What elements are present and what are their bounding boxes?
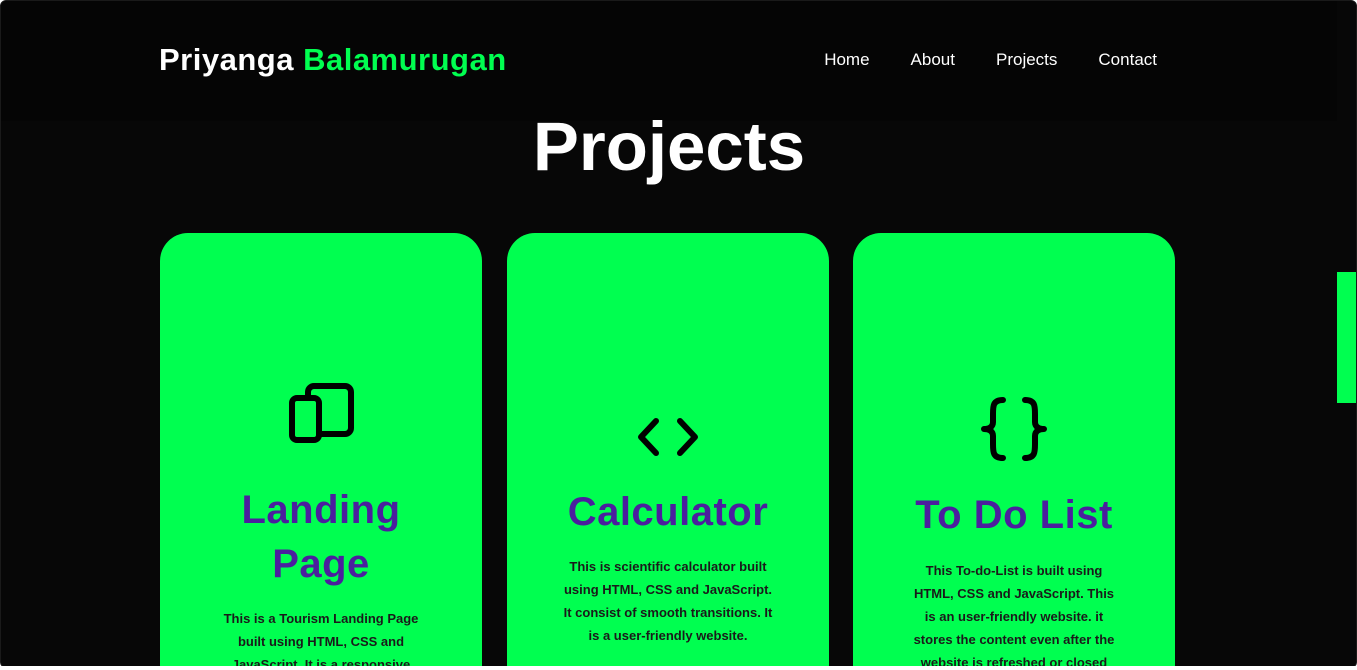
project-description: This is a Tourism Landing Page built usi… bbox=[223, 607, 419, 667]
project-title: Calculator bbox=[568, 485, 769, 539]
project-title-line: Landing bbox=[241, 488, 401, 532]
devices-icon bbox=[289, 383, 354, 443]
project-description: This is scientific calculator built usin… bbox=[564, 555, 773, 647]
nav-link-projects[interactable]: Projects bbox=[996, 50, 1057, 70]
project-title-line: To Do List bbox=[915, 493, 1113, 537]
nav-menu: Home About Projects Contact bbox=[824, 50, 1157, 70]
description-line: This is scientific calculator built bbox=[569, 559, 767, 574]
project-title: To Do List bbox=[915, 488, 1113, 542]
project-card-landing-page[interactable]: Landing Page This is a Tourism Landing P… bbox=[160, 233, 482, 667]
description-line: is an user-friendly website. it bbox=[924, 609, 1104, 624]
description-line: stores the content even after the bbox=[913, 632, 1115, 647]
code-brackets-icon bbox=[638, 418, 698, 456]
nav-link-home[interactable]: Home bbox=[824, 50, 869, 70]
description-line: HTML, CSS and JavaScript. This bbox=[913, 586, 1115, 601]
description-line: is a user-friendly website. bbox=[588, 628, 748, 643]
description-line: It consist of smooth transitions. It bbox=[563, 605, 773, 620]
description-line: built using HTML, CSS and bbox=[237, 634, 405, 649]
project-description: This To-do-List is built using HTML, CSS… bbox=[913, 559, 1115, 667]
brand-logo[interactable]: Priyanga Balamurugan bbox=[159, 42, 507, 78]
curly-braces-icon bbox=[981, 397, 1047, 461]
scroll-indicator[interactable] bbox=[1337, 272, 1356, 403]
project-title-line: Calculator bbox=[567, 490, 769, 534]
page-title: Projects bbox=[532, 108, 806, 185]
description-line: using HTML, CSS and JavaScript. bbox=[563, 582, 773, 597]
nav-link-about[interactable]: About bbox=[911, 50, 955, 70]
brand-last-name: Balamurugan bbox=[303, 42, 507, 77]
project-title: Landing Page bbox=[241, 483, 400, 591]
navbar: Priyanga Balamurugan Home About Projects… bbox=[1, 1, 1337, 121]
description-line: This is a Tourism Landing Page bbox=[223, 611, 419, 626]
project-title-line: Page bbox=[272, 542, 370, 586]
nav-link-contact[interactable]: Contact bbox=[1098, 50, 1157, 70]
browser-viewport: Priyanga Balamurugan Home About Projects… bbox=[0, 0, 1357, 668]
project-card-calculator[interactable]: Calculator This is scientific calculator… bbox=[507, 233, 829, 667]
brand-first-name: Priyanga bbox=[159, 42, 294, 77]
description-line: This To-do-List is built using bbox=[925, 563, 1103, 578]
bottom-edge bbox=[0, 666, 1357, 670]
project-card-todo-list[interactable]: To Do List This To-do-List is built usin… bbox=[853, 233, 1175, 667]
